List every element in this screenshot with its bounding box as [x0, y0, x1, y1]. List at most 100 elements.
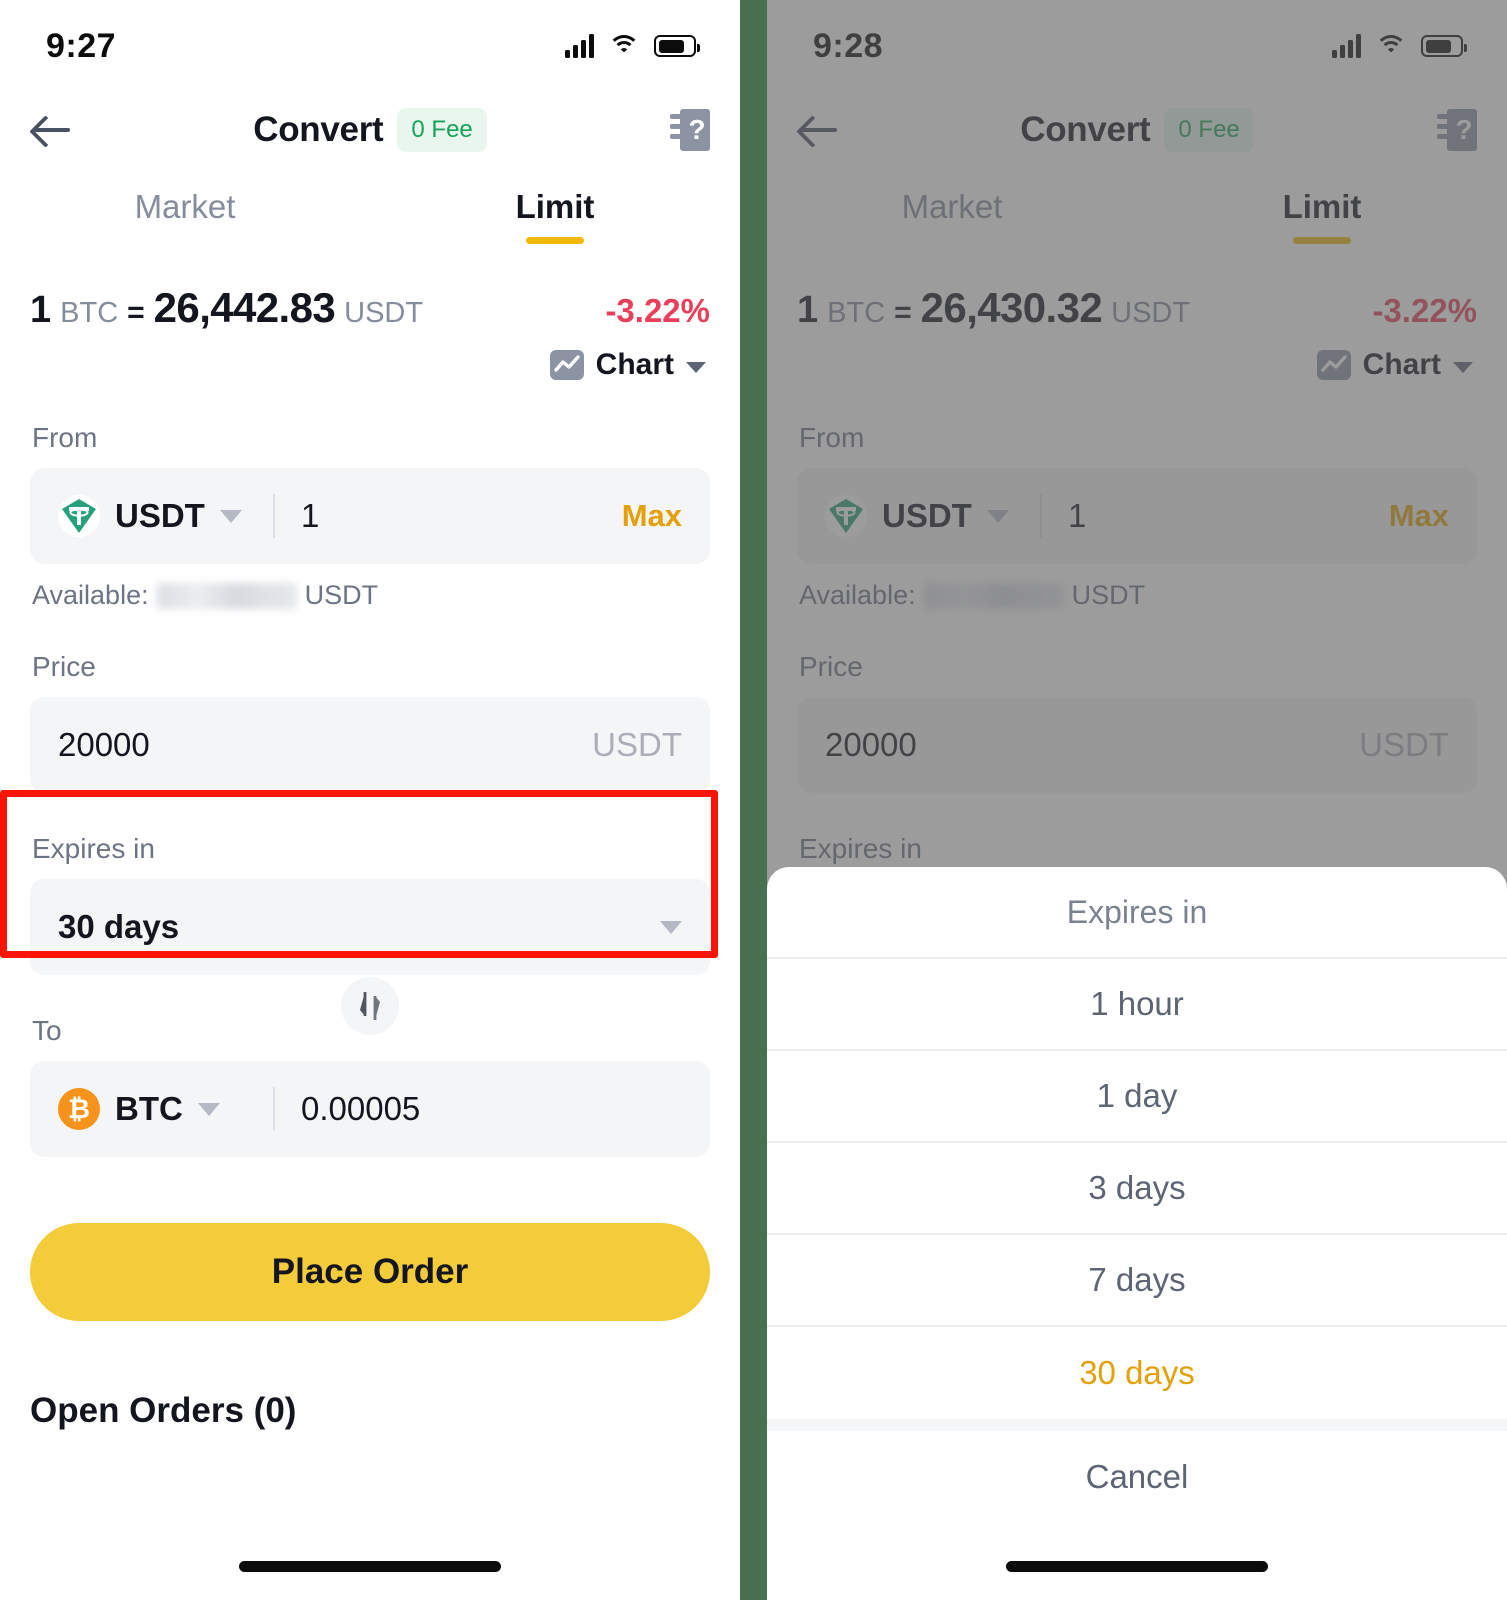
rate-quote-symbol: USDT — [344, 297, 424, 329]
swap-vertical-icon[interactable] — [341, 977, 399, 1035]
help-icon-book: ? — [680, 109, 710, 151]
price-field[interactable]: 20000 USDT — [797, 697, 1477, 793]
max-button[interactable]: Max — [1389, 498, 1449, 534]
price-label: Price — [799, 651, 863, 682]
tab-limit[interactable]: Limit — [1137, 168, 1507, 264]
rate-equals: = — [894, 296, 912, 329]
nav-center: Convert 0 Fee — [0, 108, 740, 152]
chart-toggle-label: Chart — [1362, 348, 1441, 381]
to-field[interactable]: ₿ BTC 0.00005 — [30, 1061, 710, 1157]
tab-limit[interactable]: Limit — [370, 168, 740, 264]
dual-phone-screenshot: 9:27 Convert 0 Fee ? Market Limit 1 BTC … — [0, 0, 1507, 1600]
status-icons — [565, 34, 700, 58]
phone-screen-left: 9:27 Convert 0 Fee ? Market Limit 1 BTC … — [0, 0, 740, 1600]
available-amount-redacted — [156, 582, 297, 609]
expires-in-label: Expires in — [32, 833, 155, 864]
order-type-tabs: Market Limit — [767, 168, 1507, 264]
status-bar: 9:28 — [767, 0, 1507, 92]
max-button[interactable]: Max — [622, 498, 682, 534]
line-chart-icon — [549, 350, 584, 380]
back-arrow-icon[interactable] — [30, 107, 76, 153]
wifi-icon — [608, 34, 640, 58]
expires-in-label: Expires in — [799, 833, 922, 864]
page-title: Convert — [1020, 110, 1151, 149]
expires-in-select[interactable]: 30 days — [30, 879, 710, 975]
tab-market[interactable]: Market — [767, 168, 1137, 264]
chevron-down-icon — [686, 361, 706, 373]
price-field[interactable]: 20000 USDT — [30, 697, 710, 793]
available-prefix: Available: — [799, 580, 916, 610]
from-coin-selector[interactable]: USDT — [58, 495, 263, 537]
tab-market[interactable]: Market — [0, 168, 370, 264]
price-input[interactable]: 20000 — [825, 726, 1359, 764]
available-suffix: USDT — [1071, 580, 1146, 610]
rate-row: 1 BTC = 26,430.32 USDT -3.22% — [767, 264, 1507, 332]
status-clock: 9:27 — [46, 26, 117, 65]
to-coin-selector[interactable]: ₿ BTC — [58, 1088, 263, 1130]
chevron-down-icon — [660, 920, 682, 934]
status-bar: 9:27 — [0, 0, 740, 92]
rate-value: 26,442.83 — [153, 284, 336, 331]
rate-row: 1 BTC = 26,442.83 USDT -3.22% — [0, 264, 740, 332]
field-divider — [1040, 494, 1042, 538]
page-title: Convert — [253, 110, 384, 149]
price-input[interactable]: 20000 — [58, 726, 592, 764]
sheet-option-1-hour[interactable]: 1 hour — [767, 959, 1507, 1051]
price-unit: USDT — [1359, 726, 1449, 763]
open-orders-heading: Open Orders (0) — [30, 1391, 297, 1430]
available-balance: Available: USDT — [32, 580, 710, 611]
field-divider — [273, 494, 275, 538]
chart-toggle[interactable]: Chart — [0, 332, 740, 382]
price-label: Price — [32, 651, 96, 682]
sheet-title: Expires in — [767, 867, 1507, 959]
chart-toggle[interactable]: Chart — [767, 332, 1507, 382]
rate-quote-symbol: USDT — [1111, 297, 1191, 329]
chevron-down-icon — [1453, 361, 1473, 373]
rate-base-symbol: BTC — [60, 297, 119, 329]
back-arrow-icon[interactable] — [797, 107, 843, 153]
from-coin-selector[interactable]: USDT — [825, 495, 1030, 537]
from-coin-name: USDT — [882, 497, 972, 534]
chevron-down-icon — [219, 509, 242, 523]
nav-bar: Convert 0 Fee ? — [0, 92, 740, 168]
available-prefix: Available: — [32, 580, 149, 610]
from-amount-input[interactable]: 1 — [301, 497, 622, 535]
chevron-down-icon — [986, 509, 1009, 523]
tab-market-underline — [156, 237, 214, 244]
status-icons — [1332, 34, 1467, 58]
tab-market-underline — [923, 237, 981, 244]
status-clock: 9:28 — [813, 26, 884, 65]
sheet-option-30-days[interactable]: 30 days — [767, 1327, 1507, 1419]
usdt-icon — [58, 495, 100, 537]
tab-market-label: Market — [901, 188, 1003, 225]
panel-divider — [740, 0, 767, 1600]
field-divider — [273, 1087, 275, 1131]
expires-in-value: 30 days — [58, 908, 180, 945]
from-field[interactable]: USDT 1 Max — [30, 468, 710, 564]
from-amount-input[interactable]: 1 — [1068, 497, 1389, 535]
help-guide-icon[interactable]: ? — [670, 109, 710, 151]
available-suffix: USDT — [304, 580, 379, 610]
tab-market-label: Market — [134, 188, 236, 225]
rate-base-amount: 1 — [797, 289, 819, 331]
home-indicator — [1006, 1561, 1268, 1572]
sheet-option-1-day[interactable]: 1 day — [767, 1051, 1507, 1143]
convert-form: From USDT 1 Max Available: USDT Price 20… — [0, 422, 740, 1157]
sheet-option-3-days[interactable]: 3 days — [767, 1143, 1507, 1235]
available-balance: Available: USDT — [799, 580, 1477, 611]
from-field[interactable]: USDT 1 Max — [797, 468, 1477, 564]
help-guide-icon[interactable]: ? — [1437, 109, 1477, 151]
tab-limit-underline — [1293, 237, 1351, 244]
from-label: From — [32, 422, 98, 453]
sheet-separator — [767, 1419, 1507, 1431]
from-coin-name: USDT — [115, 497, 205, 534]
to-amount-input[interactable]: 0.00005 — [301, 1090, 682, 1128]
tab-limit-label: Limit — [515, 188, 595, 225]
place-order-button[interactable]: Place Order — [30, 1223, 710, 1321]
cellular-signal-icon — [565, 34, 594, 58]
sheet-option-7-days[interactable]: 7 days — [767, 1235, 1507, 1327]
rate-equals: = — [127, 296, 145, 329]
help-icon-book: ? — [1447, 109, 1477, 151]
rate-change-badge: -3.22% — [1372, 292, 1477, 329]
sheet-cancel-button[interactable]: Cancel — [767, 1431, 1507, 1523]
